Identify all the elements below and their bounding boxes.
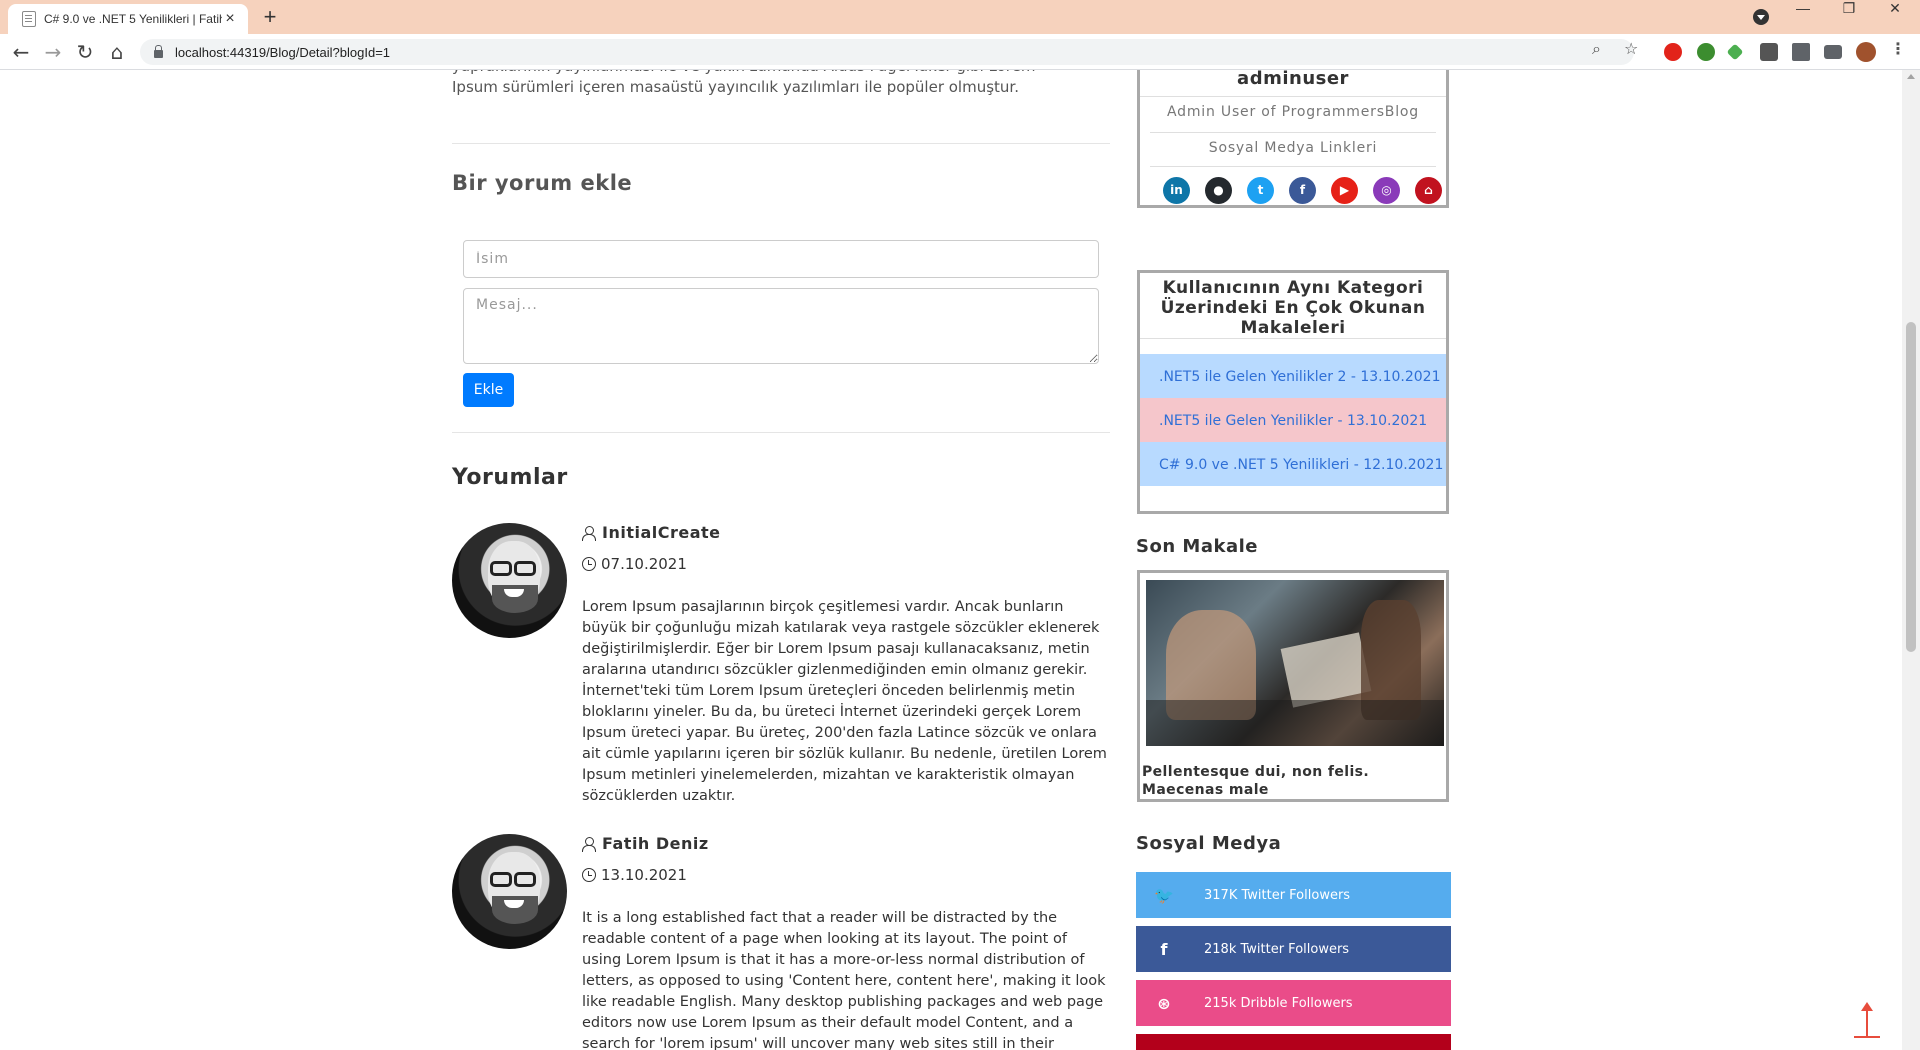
author-description: Admin User of ProgrammersBlog [1167, 104, 1419, 120]
user-icon [582, 836, 596, 852]
help-extension-icon[interactable] [1760, 43, 1778, 61]
social-media-followers-label: 317K Twitter Followers [1204, 887, 1351, 903]
home-icon[interactable]: ⌂ [103, 38, 131, 66]
forward-icon[interactable]: → [39, 38, 67, 66]
tab-search-icon[interactable] [1753, 9, 1769, 25]
comment-text: It is a long established fact that a rea… [582, 910, 1106, 1050]
name-input[interactable] [463, 240, 1099, 278]
linkedin-icon[interactable]: in [1163, 177, 1190, 204]
divider [452, 143, 1110, 144]
social-media-followers-label: 215k Dribble Followers [1204, 995, 1353, 1011]
tab-title: C# 9.0 ve .NET 5 Yenilikleri | Fatih [44, 12, 222, 26]
close-tab-icon[interactable]: × [222, 10, 238, 28]
arrow-extension-icon[interactable] [1726, 43, 1744, 61]
divider [1140, 338, 1446, 339]
comment-date: 07.10.2021 [582, 555, 687, 573]
user-icon [582, 525, 596, 541]
address-bar[interactable]: localhost:44319/Blog/Detail?blogId=1 [140, 39, 1634, 65]
social-media-row-partial[interactable] [1136, 1034, 1451, 1050]
clock-icon [582, 868, 596, 882]
top-article-link[interactable]: C# 9.0 ve .NET 5 Yenilikleri - 12.10.202… [1140, 442, 1446, 486]
close-window-button[interactable]: ✕ [1872, 0, 1918, 34]
social-links-title: Sosyal Medya Linkleri [1208, 140, 1378, 156]
page-favicon-icon [22, 11, 36, 27]
youtube-icon[interactable]: ▶ [1331, 177, 1358, 204]
profile-avatar[interactable] [1856, 42, 1876, 62]
comment-author: Fatih Deniz [582, 834, 709, 853]
reload-icon[interactable]: ↻ [71, 38, 99, 66]
github-icon[interactable]: ● [1205, 177, 1232, 204]
browser-menu-icon[interactable]: ⋮ [1890, 39, 1906, 58]
divider [452, 432, 1110, 433]
twitter-icon[interactable]: t [1247, 177, 1274, 204]
latest-article-heading: Son Makale [1136, 536, 1258, 557]
divider [1150, 132, 1436, 133]
comment-author-name: Fatih Deniz [602, 834, 709, 853]
latest-article-thumbnail[interactable] [1146, 580, 1444, 746]
bookmark-star-icon[interactable]: ☆ [1624, 39, 1638, 58]
latest-article-title[interactable]: Pellentesque dui, non felis. Maecenas ma… [1140, 763, 1446, 799]
message-textarea[interactable] [463, 288, 1099, 364]
social-media-row[interactable]: 🐦 317K Twitter Followers [1136, 872, 1451, 918]
extension-icon[interactable] [1697, 43, 1715, 61]
page-viewport: yapraklarının yayınlanması ile ve yakın … [0, 70, 1902, 1050]
scrollbar-thumb[interactable] [1906, 322, 1916, 652]
scroll-to-top-arrow-icon[interactable] [1852, 1000, 1882, 1040]
divider [1140, 96, 1446, 97]
social-links: in ● t f ▶ ◎ ⌂ [1163, 177, 1442, 204]
minimize-button[interactable]: — [1780, 0, 1826, 34]
top-article-link[interactable]: .NET5 ile Gelen Yenilikler - 13.10.2021 [1140, 398, 1446, 442]
extensions-puzzle-icon[interactable] [1792, 43, 1810, 61]
zoom-icon[interactable]: ⌕ [1592, 39, 1601, 59]
page-scrollbar[interactable] [1902, 70, 1920, 1050]
top-article-link[interactable]: .NET5 ile Gelen Yenilikler 2 - 13.10.202… [1140, 354, 1446, 398]
latest-article-card[interactable]: Pellentesque dui, non felis. Maecenas ma… [1137, 570, 1449, 802]
social-media-row[interactable]: ⊛ 215k Dribble Followers [1136, 980, 1451, 1026]
clock-icon [582, 557, 596, 571]
browser-tab[interactable]: C# 9.0 ve .NET 5 Yenilikleri | Fatih × [8, 4, 248, 34]
opera-extension-icon[interactable] [1664, 43, 1682, 61]
instagram-icon[interactable]: ◎ [1373, 177, 1400, 204]
top-articles-list: .NET5 ile Gelen Yenilikler 2 - 13.10.202… [1140, 354, 1446, 486]
social-media-heading: Sosyal Medya [1136, 833, 1282, 854]
home-icon[interactable]: ⌂ [1415, 177, 1442, 204]
comment-author-name: InitialCreate [602, 523, 721, 542]
reading-list-icon[interactable] [1824, 45, 1842, 59]
lock-icon [154, 44, 163, 58]
facebook-icon: f [1160, 939, 1168, 959]
author-card: adminuser Admin User of ProgrammersBlog … [1137, 70, 1449, 208]
social-media-followers-label: 218k Twitter Followers [1204, 941, 1350, 957]
facebook-icon[interactable]: f [1289, 177, 1316, 204]
comment-date-text: 13.10.2021 [601, 866, 687, 884]
comment-author: InitialCreate [582, 523, 721, 542]
dribbble-icon: ⊛ [1157, 993, 1171, 1013]
comment-text: Lorem Ipsum pasajlarının birçok çeşitlem… [582, 599, 1107, 804]
comment-date: 13.10.2021 [582, 866, 687, 884]
add-comment-heading: Bir yorum ekle [452, 171, 633, 195]
twitter-icon: 🐦 [1154, 885, 1174, 905]
divider [1150, 166, 1436, 167]
comment-date-text: 07.10.2021 [601, 555, 687, 573]
url-text: localhost:44319/Blog/Detail?blogId=1 [175, 44, 391, 60]
top-articles-card: Kullanıcının Aynı Kategori Üzerindeki En… [1137, 270, 1449, 514]
back-icon[interactable]: ← [7, 38, 35, 66]
commenter-avatar [452, 523, 567, 638]
comments-heading: Yorumlar [452, 465, 568, 490]
commenter-avatar [452, 834, 567, 949]
article-text-tail: yapraklarının yayınlanması ile ve yakın … [452, 70, 1035, 96]
author-username: adminuser [1237, 70, 1349, 89]
new-tab-button[interactable]: + [258, 4, 282, 30]
add-comment-button[interactable]: Ekle [463, 373, 514, 407]
browser-toolbar: ← → ↻ ⌂ localhost:44319/Blog/Detail?blog… [0, 34, 1920, 70]
browser-tab-bar: C# 9.0 ve .NET 5 Yenilikleri | Fatih × +… [0, 0, 1920, 34]
restore-button[interactable]: ❐ [1826, 0, 1872, 34]
scroll-up-arrow-icon[interactable] [1907, 74, 1915, 79]
social-media-row[interactable]: f 218k Twitter Followers [1136, 926, 1451, 972]
top-articles-title: Kullanıcının Aynı Kategori Üzerindeki En… [1160, 278, 1426, 338]
